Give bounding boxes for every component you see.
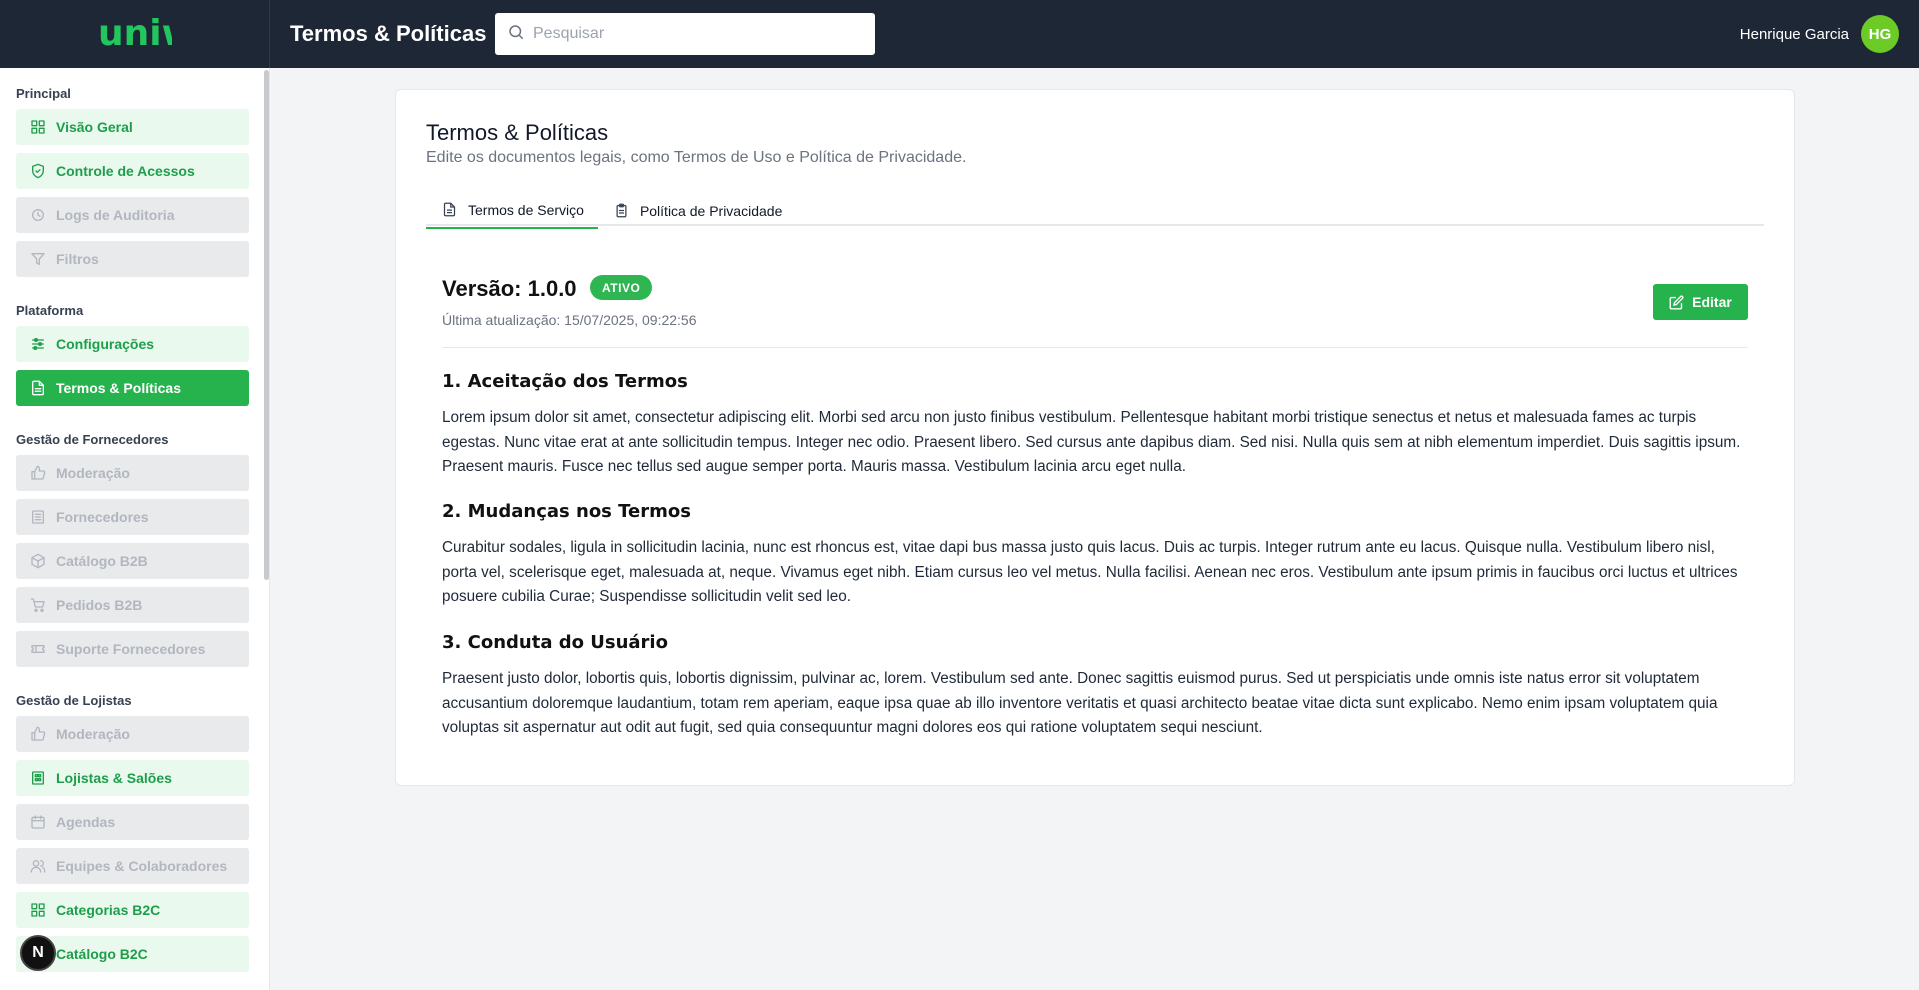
tab-label: Política de Privacidade bbox=[639, 202, 783, 219]
calendar-icon bbox=[30, 814, 46, 830]
sidebar-scrollbar[interactable] bbox=[264, 70, 269, 580]
section-text: Praesent justo dolor, lobortis quis, lob… bbox=[442, 670, 1718, 736]
ticket-icon bbox=[30, 641, 46, 657]
sidebar-item[interactable]: Fornecedores bbox=[16, 499, 249, 535]
sliders-icon bbox=[30, 336, 46, 352]
sidebar-item[interactable]: Suporte Fornecedores bbox=[16, 631, 249, 667]
logo-area: uniw bbox=[0, 0, 270, 68]
shield-icon bbox=[30, 163, 46, 179]
terms-section: 3. Conduta do Usuário Praesent justo dol… bbox=[442, 632, 1752, 741]
building-icon bbox=[30, 509, 46, 525]
avatar[interactable]: HG bbox=[1861, 15, 1899, 53]
sidebar-section-title: Plataforma bbox=[16, 303, 84, 318]
terms-card: Termos & Políticas Edite os documentos l… bbox=[395, 89, 1795, 786]
sidebar-item[interactable]: Moderação bbox=[16, 716, 249, 752]
document-icon bbox=[30, 380, 46, 396]
terms-section: 1. Aceitação dos Termos Lorem ipsum dolo… bbox=[442, 371, 1752, 480]
tab-label: Termos de Serviço bbox=[468, 201, 584, 218]
sidebar-item-label: Catálogo B2C bbox=[56, 946, 148, 962]
top-bar: uniw Termos & Políticas Henrique Garcia … bbox=[0, 0, 1919, 68]
sidebar-item-label: Fornecedores bbox=[56, 509, 149, 525]
edit-icon bbox=[1669, 295, 1684, 310]
status-badge: ATIVO bbox=[590, 275, 653, 300]
sidebar-section-title: Principal bbox=[16, 86, 71, 101]
edit-button[interactable]: Editar bbox=[1653, 284, 1748, 320]
user-menu[interactable]: Henrique Garcia HG bbox=[1740, 0, 1899, 68]
sidebar-section-title: Gestão de Fornecedores bbox=[16, 432, 169, 447]
section-text: Curabitur sodales, ligula in sollicitudi… bbox=[442, 539, 1738, 605]
card-subtitle: Edite os documentos legais, como Termos … bbox=[426, 149, 967, 166]
sidebar-item-label: Visão Geral bbox=[56, 119, 133, 135]
last-updated: Última atualização: 15/07/2025, 09:22:56 bbox=[442, 312, 697, 328]
cart-icon bbox=[30, 597, 46, 613]
sidebar: Principal Visão Geral Controle de Acessos L… bbox=[0, 68, 270, 990]
page-title: Termos & Políticas bbox=[290, 21, 487, 46]
tab-privacy-policy[interactable]: Política de Privacidade bbox=[598, 192, 796, 229]
clipboard-icon bbox=[614, 203, 630, 219]
sidebar-item-label: Equipes & Colaboradores bbox=[56, 858, 228, 874]
version-label: Versão: 1.0.0 bbox=[442, 276, 577, 301]
dev-tools-badge[interactable]: N bbox=[20, 935, 56, 971]
terms-section: 2. Mudanças nos Termos Curabitur sodales… bbox=[442, 501, 1752, 610]
sidebar-item[interactable]: Termos & Políticas bbox=[16, 370, 249, 406]
sidebar-item-label: Controle de Acessos bbox=[56, 163, 195, 179]
users-icon bbox=[30, 858, 46, 874]
sidebar-item[interactable]: Logs de Auditoria bbox=[16, 197, 249, 233]
sidebar-item[interactable]: Equipes & Colaboradores bbox=[16, 848, 249, 884]
sidebar-item-label: Agendas bbox=[56, 814, 116, 830]
svg-text:uniw: uniw bbox=[98, 15, 172, 53]
grid-icon bbox=[30, 119, 46, 135]
sidebar-item-label: Logs de Auditoria bbox=[56, 207, 175, 223]
sidebar-item[interactable]: Controle de Acessos bbox=[16, 153, 249, 189]
sidebar-item[interactable]: Visão Geral bbox=[16, 109, 249, 145]
card-title: Termos & Políticas bbox=[426, 120, 609, 145]
uniw-logo[interactable]: uniw bbox=[98, 15, 172, 53]
section-title: 1. Aceitação dos Termos bbox=[442, 371, 688, 392]
section-title: 2. Mudanças nos Termos bbox=[442, 501, 691, 522]
audit-icon bbox=[30, 207, 46, 223]
thumbs-up-icon bbox=[30, 465, 46, 481]
search-input[interactable] bbox=[533, 25, 853, 43]
sidebar-item[interactable]: Configurações bbox=[16, 326, 249, 362]
tab-terms-of-service[interactable]: Termos de Serviço bbox=[426, 192, 598, 229]
filter-icon bbox=[30, 251, 46, 267]
sidebar-item-label: Termos & Políticas bbox=[56, 380, 182, 396]
sidebar-item-label: Filtros bbox=[56, 251, 99, 267]
sidebar-item-label: Moderação bbox=[56, 465, 130, 481]
search-box[interactable] bbox=[495, 13, 875, 55]
thumbs-up-icon bbox=[30, 726, 46, 742]
sidebar-item[interactable]: Filtros bbox=[16, 241, 249, 277]
sidebar-item-label: Suporte Fornecedores bbox=[56, 641, 206, 657]
sidebar-item-label: Moderação bbox=[56, 726, 130, 742]
sidebar-item[interactable]: Pedidos B2B bbox=[16, 587, 249, 623]
sidebar-item[interactable]: Moderação bbox=[16, 455, 249, 491]
sidebar-item[interactable]: Lojistas & Salões bbox=[16, 760, 249, 796]
sidebar-item[interactable]: Agendas bbox=[16, 804, 249, 840]
store-icon bbox=[30, 770, 46, 786]
sidebar-item-label: Configurações bbox=[56, 336, 155, 352]
search-icon bbox=[507, 23, 525, 46]
tabs: Termos de Serviço Política de Privacidad… bbox=[426, 202, 1764, 229]
edit-label: Editar bbox=[1692, 294, 1732, 310]
sidebar-item[interactable]: Categorias B2C bbox=[16, 892, 249, 928]
sidebar-item-label: Lojistas & Salões bbox=[56, 770, 172, 786]
sidebar-item[interactable]: Catálogo B2B bbox=[16, 543, 249, 579]
divider bbox=[442, 347, 1748, 348]
section-text: Lorem ipsum dolor sit amet, consectetur … bbox=[442, 409, 1741, 475]
sidebar-item-label: Catálogo B2B bbox=[56, 553, 148, 569]
sidebar-item-label: Categorias B2C bbox=[56, 902, 161, 918]
grid-icon bbox=[30, 902, 46, 918]
section-title: 3. Conduta do Usuário bbox=[442, 632, 668, 653]
user-name: Henrique Garcia bbox=[1739, 25, 1849, 43]
sidebar-item-label: Pedidos B2B bbox=[56, 597, 143, 613]
sidebar-section-title: Gestão de Lojistas bbox=[16, 693, 132, 708]
document-icon bbox=[442, 202, 458, 218]
box-icon bbox=[30, 553, 46, 569]
